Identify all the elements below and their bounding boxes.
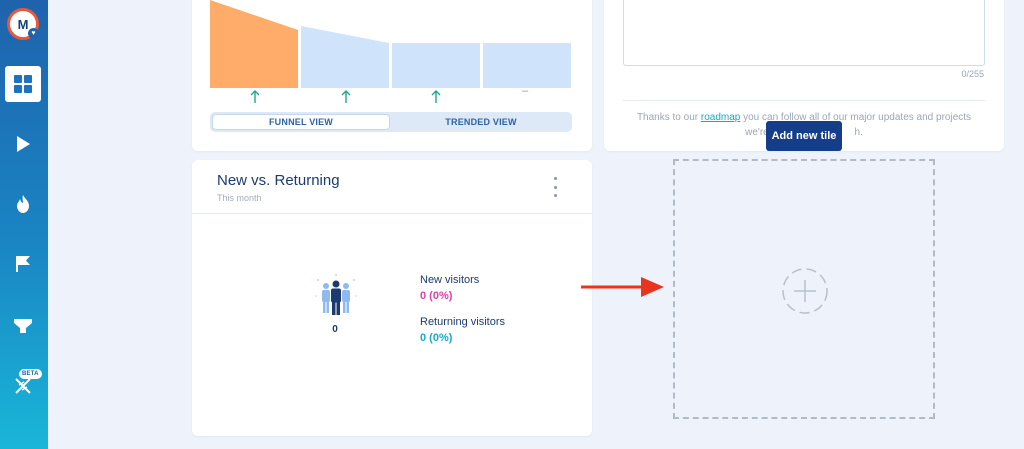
heart-icon: ♥ (28, 28, 39, 39)
returning-visitors-value: 0 (0%) (420, 332, 453, 344)
card-header: New vs. Returning This month (192, 160, 592, 214)
roadmap-link[interactable]: roadmap (701, 112, 740, 123)
logo-letter: M (17, 16, 29, 32)
total-visitors-count: 0 (332, 324, 338, 335)
play-icon (17, 136, 30, 152)
plus-circle-icon[interactable] (781, 267, 829, 315)
sidebar-item-goals[interactable] (5, 246, 41, 282)
dashboard-grid-icon (14, 75, 32, 93)
flag-icon (16, 256, 30, 272)
char-counter: 0/255 (961, 69, 984, 79)
red-arrow-icon (581, 277, 664, 297)
add-new-tile-button[interactable]: Add new tile (766, 121, 842, 151)
arrow-up-icon (250, 90, 260, 103)
arrow-up-icon (431, 90, 441, 103)
new-vs-returning-card: New vs. Returning This month 0 New visit… (192, 160, 592, 436)
new-visitors-value: 0 (0%) (420, 290, 453, 302)
step-change-value: – (522, 85, 529, 97)
beta-badge: BETA (19, 369, 42, 379)
app-logo[interactable]: M ♥ (7, 8, 39, 40)
funnel-chart (210, 0, 571, 88)
sidebar-item-funnels[interactable] (5, 308, 41, 344)
roadmap-text-before: Thanks to our (636, 112, 701, 123)
funnel-view-toggle: FUNNEL VIEW TRENDED VIEW (210, 112, 572, 132)
funnel-icon (14, 319, 32, 333)
tab-funnel-view[interactable]: FUNNEL VIEW (212, 114, 390, 130)
visitors-icon (315, 274, 357, 315)
sidebar-item-heatmaps[interactable] (5, 186, 41, 222)
funnel-step-4 (483, 43, 571, 88)
new-visitors-label: New visitors (420, 274, 480, 286)
arrow-up-icon (341, 90, 351, 103)
funnel-step-1 (210, 0, 298, 88)
flame-icon (17, 195, 29, 213)
more-options-icon[interactable] (548, 177, 562, 197)
sidebar-item-recordings[interactable] (5, 126, 41, 162)
card-title: New vs. Returning (217, 172, 340, 189)
funnel-step-2 (301, 26, 389, 88)
roadmap-text-tail: h. (854, 127, 863, 138)
feedback-textarea[interactable] (623, 0, 985, 66)
funnel-card: – FUNNEL VIEW TRENDED VIEW (192, 0, 592, 151)
funnel-step-3 (392, 43, 480, 88)
sidebar: M ♥ BETA (0, 0, 48, 449)
add-tile-dropzone[interactable] (673, 159, 935, 419)
dna-icon (15, 378, 31, 394)
tab-trended-view[interactable]: TRENDED VIEW (392, 114, 570, 130)
divider (623, 100, 985, 101)
card-subtitle: This month (217, 193, 262, 203)
returning-visitors-label: Returning visitors (420, 316, 505, 328)
sidebar-item-dashboard[interactable] (5, 66, 41, 102)
